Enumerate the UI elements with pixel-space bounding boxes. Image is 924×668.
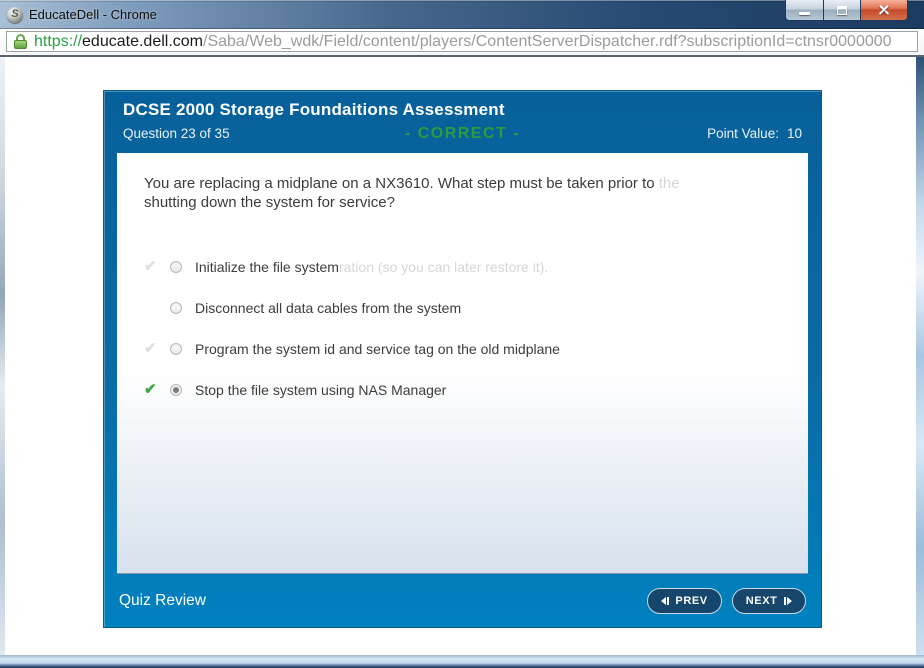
url-scheme: https:// <box>34 32 83 50</box>
url-domain: educate.dell.com <box>82 32 203 50</box>
lock-icon[interactable] <box>14 34 27 49</box>
minimize-button[interactable] <box>785 0 824 21</box>
quiz-review-link[interactable]: Quiz Review <box>119 592 206 610</box>
page-background: DCSE 2000 Storage Foundaitions Assessmen… <box>5 57 916 655</box>
window-controls <box>785 0 908 21</box>
address-bar[interactable]: https://educate.dell.com/Saba/Web_wdk/Fi… <box>6 31 918 52</box>
option-label-2: Disconnect all data cables from the syst… <box>195 299 462 316</box>
option-radio-1[interactable] <box>170 260 182 273</box>
quiz-navigation: PREV NEXT <box>646 587 806 614</box>
minimize-icon <box>799 11 810 15</box>
window-frame-right <box>916 57 924 655</box>
url-path: /Saba/Web_wdk/Field/content/players/Cont… <box>203 32 892 50</box>
check-icon: ✔ <box>144 340 157 357</box>
prev-button[interactable]: PREV <box>646 587 722 614</box>
question-panel: You are replacing a midplane on a NX3610… <box>117 153 808 574</box>
ghost-text: ration (so you can later restore it). <box>338 258 549 275</box>
answer-status-badge: - CORRECT - <box>404 124 521 142</box>
option-radio-4[interactable] <box>170 383 182 396</box>
option-radio-3[interactable] <box>170 342 182 355</box>
address-bar-row: https://educate.dell.com/Saba/Web_wdk/Fi… <box>0 29 924 57</box>
ghost-text: the <box>658 175 680 192</box>
maximize-button[interactable] <box>824 0 861 21</box>
answer-option-1: ✔ Initialize the file systemration (so y… <box>117 246 808 287</box>
answer-option-2: Disconnect all data cables from the syst… <box>117 287 808 328</box>
skip-forward-icon <box>783 596 792 605</box>
window-frame-bottom <box>0 655 924 668</box>
answer-option-3: ✔ Program the system id and service tag … <box>117 328 808 369</box>
title-bar[interactable]: S EducateDell - Chrome <box>0 0 924 29</box>
option-radio-2[interactable] <box>170 301 182 314</box>
check-icon-correct: ✔ <box>144 381 157 398</box>
quiz-title: DCSE 2000 Storage Foundaitions Assessmen… <box>123 100 505 119</box>
skip-back-icon <box>660 596 670 605</box>
question-text: You are replacing a midplane on a NX3610… <box>144 175 680 211</box>
answer-options: ✔ Initialize the file systemration (so y… <box>117 246 808 410</box>
browser-window: S EducateDell - Chrome https://educate.d… <box>0 0 924 668</box>
window-title: EducateDell - Chrome <box>29 7 157 22</box>
next-button[interactable]: NEXT <box>731 587 806 614</box>
answer-option-4: ✔ Stop the file system using NAS Manager <box>117 369 808 410</box>
option-label-1: Initialize the file systemration (so you… <box>195 258 549 275</box>
quiz-subheader: Question 23 of 35 - CORRECT - Point Valu… <box>104 123 821 142</box>
quiz-footer: Quiz Review PREV NEXT <box>104 574 821 627</box>
close-button[interactable] <box>861 0 908 21</box>
site-favicon-icon: S <box>7 6 23 23</box>
check-icon: ✔ <box>144 258 157 275</box>
maximize-icon <box>837 5 847 15</box>
option-label-4: Stop the file system using NAS Manager <box>195 381 447 398</box>
option-label-3: Program the system id and service tag on… <box>195 340 560 357</box>
quiz-card: DCSE 2000 Storage Foundaitions Assessmen… <box>103 90 822 628</box>
